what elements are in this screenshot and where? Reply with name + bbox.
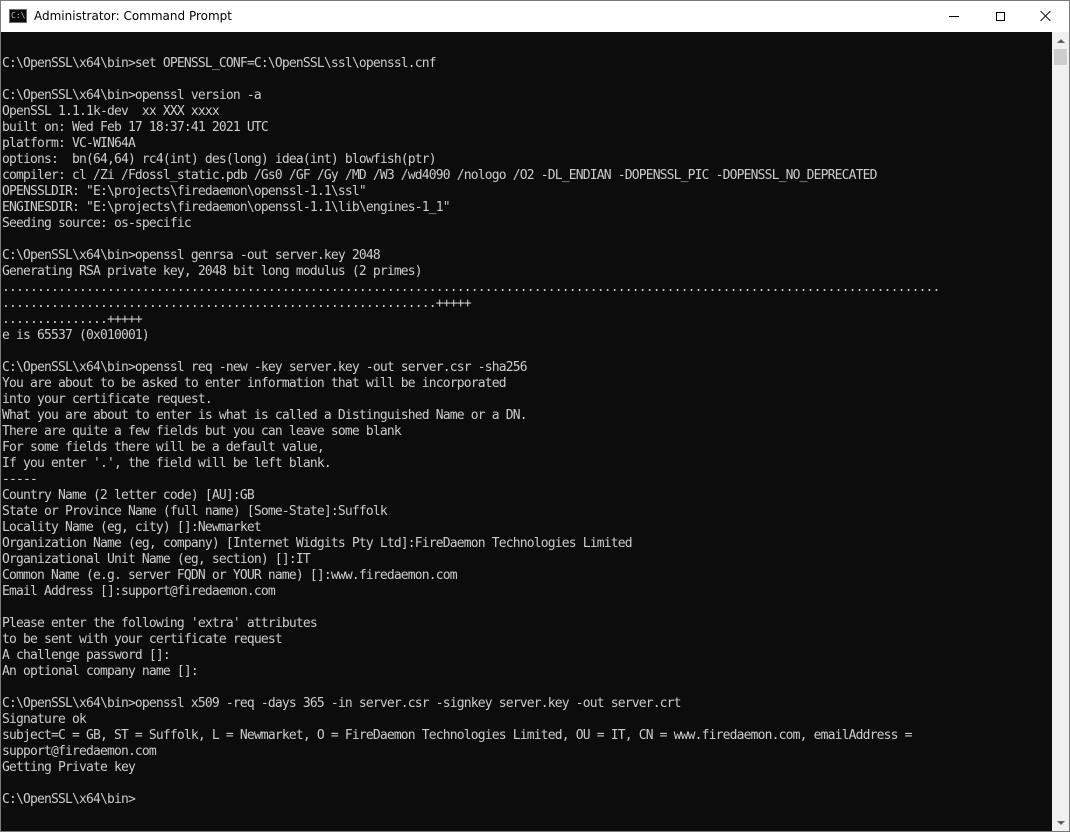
console-line: C:\OpenSSL\x64\bin>set OPENSSL_CONF=C:\O… [2, 56, 437, 71]
minimize-button[interactable] [931, 1, 977, 31]
console-line: options: bn(64,64) rc4(int) des(long) id… [2, 152, 437, 167]
console-line: C:\OpenSSL\x64\bin>openssl req -new -key… [2, 360, 528, 375]
console-line: Common Name (e.g. server FQDN or YOUR na… [2, 568, 458, 583]
command-prompt-window: C:\ Administrator: Command Prompt C:\Ope… [0, 0, 1070, 832]
console-line: Country Name (2 letter code) [AU]:GB [2, 488, 255, 503]
console-line: C:\OpenSSL\x64\bin>openssl x509 -req -da… [2, 696, 682, 711]
console-line: For some fields there will be a default … [2, 440, 325, 455]
console-line: Locality Name (eg, city) []:Newmarket [2, 520, 262, 535]
console-line: ENGINESDIR: "E:\projects\firedaemon\open… [2, 200, 451, 215]
maximize-button[interactable] [977, 1, 1023, 31]
scroll-up-arrow-icon [1056, 38, 1065, 43]
scroll-down-button[interactable] [1052, 814, 1069, 831]
console-line: e is 65537 (0x010001) [2, 328, 150, 343]
window-controls [931, 1, 1069, 31]
scroll-thumb[interactable] [1054, 49, 1067, 65]
scroll-down-arrow-icon [1056, 820, 1065, 825]
console-line: You are about to be asked to enter infor… [2, 376, 507, 391]
maximize-icon [995, 11, 1005, 21]
console-line: An optional company name []: [2, 664, 199, 679]
console-line: State or Province Name (full name) [Some… [2, 504, 388, 519]
console-line: What you are about to enter is what is c… [2, 408, 528, 423]
console-line: There are quite a few fields but you can… [2, 424, 402, 439]
scroll-up-button[interactable] [1052, 32, 1069, 49]
console-line: Generating RSA private key, 2048 bit lon… [2, 264, 423, 279]
console-line: A challenge password []: [2, 648, 171, 663]
console-line: Signature ok [2, 712, 87, 727]
console-line: Getting Private key [2, 760, 136, 775]
console-line: Organization Name (eg, company) [Interne… [2, 536, 633, 551]
console-line: C:\OpenSSL\x64\bin>openssl genrsa -out s… [2, 248, 381, 263]
window-title: Administrator: Command Prompt [34, 9, 232, 23]
minimize-icon [949, 15, 959, 17]
console-line: into your certificate request. [2, 392, 213, 407]
vertical-scrollbar[interactable] [1052, 32, 1069, 831]
console-line: ........................................… [2, 296, 472, 311]
console-line: platform: VC-WIN64A [2, 136, 136, 151]
console-line: C:\OpenSSL\x64\bin>openssl version -a [2, 88, 262, 103]
console-text: C:\OpenSSL\x64\bin>set OPENSSL_CONF=C:\O… [1, 32, 1052, 808]
console-line: ...............+++++ [2, 312, 143, 327]
console-line: Email Address []:support@firedaemon.com [2, 584, 276, 599]
close-button[interactable] [1023, 1, 1069, 31]
console-line: Seeding source: os-specific [2, 216, 192, 231]
console-line: support@firedaemon.com [2, 744, 157, 759]
console-line: C:\OpenSSL\x64\bin> [2, 792, 136, 807]
title-bar[interactable]: C:\ Administrator: Command Prompt [1, 1, 1069, 31]
console-line: compiler: cl /Zi /Fdossl_static.pdb /Gs0… [2, 168, 877, 183]
console-line: If you enter '.', the field will be left… [2, 456, 332, 471]
console-line: OpenSSL 1.1.1k-dev xx XXX xxxx [2, 104, 220, 119]
console-line: subject=C = GB, ST = Suffolk, L = Newmar… [2, 728, 912, 743]
console-line: to be sent with your certificate request [2, 632, 283, 647]
cmd-icon[interactable]: C:\ [9, 9, 27, 23]
console-line: Please enter the following 'extra' attri… [2, 616, 318, 631]
console-output[interactable]: C:\OpenSSL\x64\bin>set OPENSSL_CONF=C:\O… [1, 32, 1052, 831]
console-line: OPENSSLDIR: "E:\projects\firedaemon\open… [2, 184, 367, 199]
console-line: ........................................… [2, 280, 940, 295]
close-icon [1040, 10, 1052, 22]
console-line: ----- [2, 472, 38, 487]
console-line: Organizational Unit Name (eg, section) [… [2, 552, 311, 567]
console-line: built on: Wed Feb 17 18:37:41 2021 UTC [2, 120, 269, 135]
